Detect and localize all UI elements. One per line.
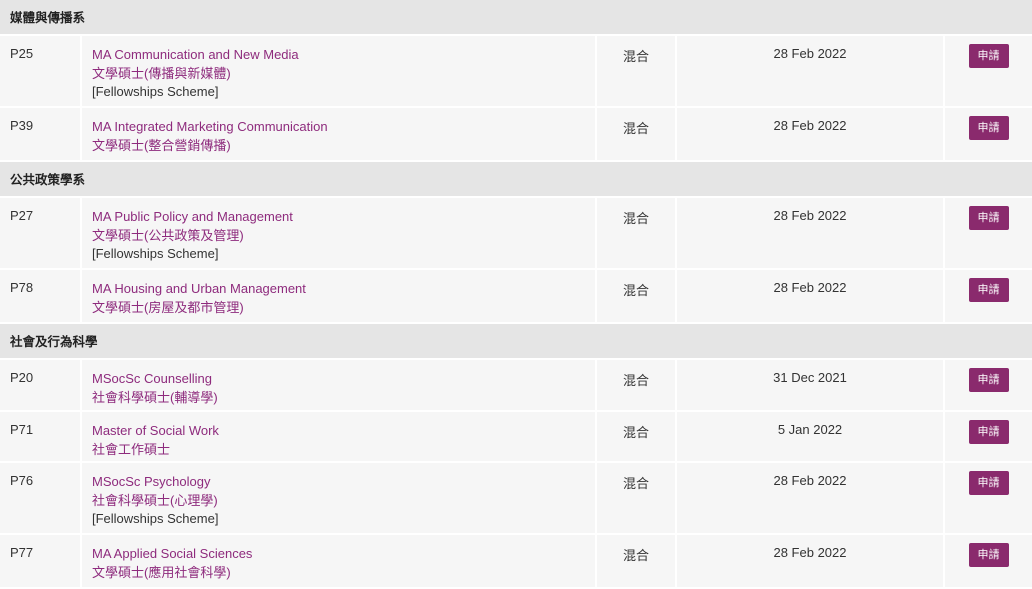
programme-code: P25 [0,36,82,106]
deadline: 5 Jan 2022 [677,412,945,461]
apply-button[interactable]: 申請 [968,44,1009,68]
action-cell: 申請 [945,198,1032,268]
programme-note: [Fellowships Scheme] [92,511,219,526]
programme-cell: Master of Social Work 社會工作碩士 [82,412,597,461]
programme-note: [Fellowships Scheme] [92,246,219,261]
programme-cell: MSocSc Counselling 社會科學碩士(輔導學) [82,360,597,410]
programme-code: P76 [0,463,82,533]
deadline: 28 Feb 2022 [677,270,945,322]
deadline: 31 Dec 2021 [677,360,945,410]
table-row: P76 MSocSc Psychology 社會科學碩士(心理學) [Fello… [0,463,1032,535]
deadline: 28 Feb 2022 [677,535,945,587]
table-row: P39 MA Integrated Marketing Communicatio… [0,108,1032,162]
study-mode: 混合 [597,463,677,533]
deadline: 28 Feb 2022 [677,108,945,160]
study-mode: 混合 [597,360,677,410]
programme-name-en-link[interactable]: MA Communication and New Media [92,46,595,65]
programme-name-zh-link[interactable]: 社會科學碩士(心理學) [92,492,595,511]
table-row: P78 MA Housing and Urban Management 文學碩士… [0,270,1032,324]
study-mode: 混合 [597,412,677,461]
programme-table: 媒體與傳播系 P25 MA Communication and New Medi… [0,0,1032,589]
action-cell: 申請 [945,36,1032,106]
programme-name-zh-link[interactable]: 文學碩士(傳播與新媒體) [92,65,595,84]
table-row: P71 Master of Social Work 社會工作碩士 混合 5 Ja… [0,412,1032,463]
programme-code: P77 [0,535,82,587]
programme-code: P39 [0,108,82,160]
table-row: P20 MSocSc Counselling 社會科學碩士(輔導學) 混合 31… [0,360,1032,412]
apply-button[interactable]: 申請 [968,206,1009,230]
programme-name-zh-link[interactable]: 文學碩士(應用社會科學) [92,564,595,583]
programme-name-en-link[interactable]: MSocSc Psychology [92,473,595,492]
programme-name-zh-link[interactable]: 文學碩士(整合營銷傳播) [92,137,595,156]
study-mode: 混合 [597,198,677,268]
programme-name-en-link[interactable]: Master of Social Work [92,422,595,441]
programme-cell: MSocSc Psychology 社會科學碩士(心理學) [Fellowshi… [82,463,597,533]
apply-button[interactable]: 申請 [968,368,1009,392]
programme-cell: MA Public Policy and Management 文學碩士(公共政… [82,198,597,268]
action-cell: 申請 [945,360,1032,410]
apply-button[interactable]: 申請 [968,543,1009,567]
apply-button[interactable]: 申請 [968,471,1009,495]
study-mode: 混合 [597,108,677,160]
deadline: 28 Feb 2022 [677,463,945,533]
apply-button[interactable]: 申請 [968,278,1009,302]
programme-name-en-link[interactable]: MSocSc Counselling [92,370,595,389]
study-mode: 混合 [597,36,677,106]
programme-code: P27 [0,198,82,268]
programme-name-zh-link[interactable]: 文學碩士(公共政策及管理) [92,227,595,246]
programme-name-en-link[interactable]: MA Integrated Marketing Communication [92,118,595,137]
programme-note: [Fellowships Scheme] [92,84,219,99]
programme-code: P20 [0,360,82,410]
programme-name-zh-link[interactable]: 文學碩士(房屋及都市管理) [92,299,595,318]
programme-code: P78 [0,270,82,322]
action-cell: 申請 [945,108,1032,160]
deadline: 28 Feb 2022 [677,36,945,106]
programme-cell: MA Applied Social Sciences 文學碩士(應用社會科學) [82,535,597,587]
programme-cell: MA Housing and Urban Management 文學碩士(房屋及… [82,270,597,322]
action-cell: 申請 [945,535,1032,587]
action-cell: 申請 [945,463,1032,533]
department-header: 公共政策學系 [0,162,1032,198]
table-row: P27 MA Public Policy and Management 文學碩士… [0,198,1032,270]
study-mode: 混合 [597,535,677,587]
programme-code: P71 [0,412,82,461]
programme-cell: MA Integrated Marketing Communication 文學… [82,108,597,160]
programme-name-zh-link[interactable]: 社會科學碩士(輔導學) [92,389,595,408]
programme-name-en-link[interactable]: MA Housing and Urban Management [92,280,595,299]
department-header: 社會及行為科學 [0,324,1032,360]
department-header: 媒體與傳播系 [0,0,1032,36]
deadline: 28 Feb 2022 [677,198,945,268]
apply-button[interactable]: 申請 [968,420,1009,444]
programme-name-en-link[interactable]: MA Applied Social Sciences [92,545,595,564]
action-cell: 申請 [945,412,1032,461]
study-mode: 混合 [597,270,677,322]
programme-cell: MA Communication and New Media 文學碩士(傳播與新… [82,36,597,106]
table-row: P25 MA Communication and New Media 文學碩士(… [0,36,1032,108]
programme-name-en-link[interactable]: MA Public Policy and Management [92,208,595,227]
programme-name-zh-link[interactable]: 社會工作碩士 [92,441,595,460]
action-cell: 申請 [945,270,1032,322]
table-row: P77 MA Applied Social Sciences 文學碩士(應用社會… [0,535,1032,589]
apply-button[interactable]: 申請 [968,116,1009,140]
